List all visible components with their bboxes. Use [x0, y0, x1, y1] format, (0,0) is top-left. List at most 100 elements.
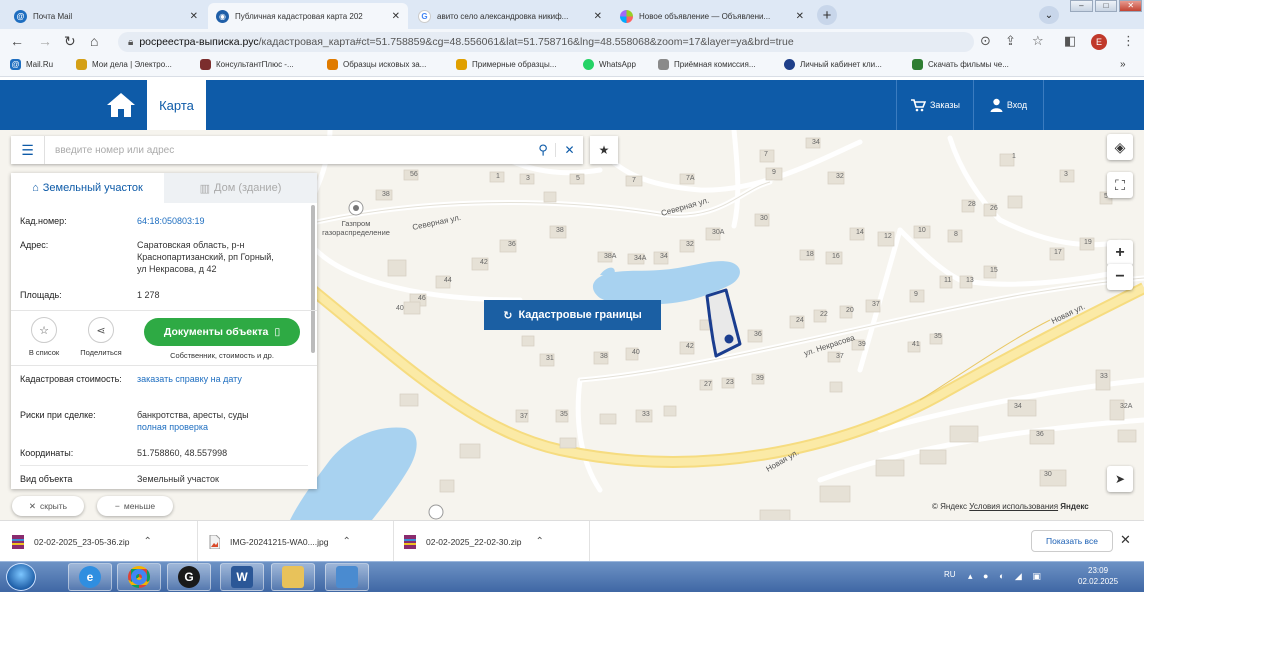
orders-button[interactable]: Заказы: [896, 80, 974, 130]
full-check-link[interactable]: полная проверка: [137, 421, 302, 433]
bookmark-label: Примерные образцы...: [472, 60, 557, 69]
clear-icon[interactable]: ✕: [555, 143, 583, 157]
bookmarks-overflow-icon[interactable]: »: [1120, 59, 1126, 70]
bookmark-item[interactable]: Мои дела | Электро...: [76, 59, 172, 70]
bookmark-label: Mail.Ru: [26, 60, 54, 69]
close-icon[interactable]: ✕: [796, 11, 804, 22]
new-tab-button[interactable]: +: [817, 5, 837, 25]
zoom-out-button[interactable]: −: [1107, 264, 1133, 290]
download-item[interactable]: 02-02-2025_22-02-30.zip ⌃: [404, 521, 590, 562]
taskbar-app[interactable]: e: [68, 563, 112, 591]
documents-button[interactable]: Документы объекта ▯: [144, 318, 300, 346]
hide-panel-button[interactable]: ✕ скрыть: [12, 496, 84, 516]
whatsapp-icon: [583, 59, 594, 70]
minus-icon: −: [114, 501, 120, 511]
lock-icon: 🔒︎: [128, 36, 134, 48]
download-item[interactable]: IMG-20241215-WA0....jpg ⌃: [208, 521, 394, 562]
taskbar: e G W RU ▴ ● ◐ ◢ ▣ 23:09 02.02.2025: [0, 561, 1144, 592]
forward-icon[interactable]: →: [38, 33, 52, 49]
taskbar-app[interactable]: G: [167, 563, 211, 591]
building-number-label: 31: [546, 355, 554, 362]
screen: @ Почта Mail ✕ ◉ Публичная кадастровая к…: [0, 0, 1144, 592]
tab-google[interactable]: G авито село александровка никиф... ✕: [410, 3, 610, 29]
download-name: IMG-20241215-WA0....jpg: [230, 536, 329, 547]
zoom-in-button[interactable]: +: [1107, 240, 1133, 266]
taskbar-app[interactable]: [325, 563, 369, 591]
search-icon[interactable]: ⚲: [531, 142, 555, 158]
cadastral-boundaries-button[interactable]: ↻ Кадастровые границы: [484, 300, 661, 330]
profile-avatar[interactable]: Е: [1091, 34, 1107, 50]
fullscreen-icon[interactable]: ⛶: [1107, 172, 1133, 198]
site-home-icon[interactable]: [103, 90, 139, 120]
bookmark-star-icon[interactable]: ☆: [1032, 33, 1044, 49]
reload-icon[interactable]: ↻: [64, 33, 76, 49]
chevron-up-icon[interactable]: ⌃: [143, 536, 151, 547]
start-button[interactable]: [6, 563, 36, 591]
bookmark-item[interactable]: КонсультантПлюс -...: [200, 59, 294, 70]
bookmark-item[interactable]: Образцы исковых за...: [327, 59, 426, 70]
back-icon[interactable]: ←: [10, 33, 24, 49]
layers-icon[interactable]: ◈: [1107, 134, 1133, 160]
bookmark-item[interactable]: Примерные образцы...: [456, 59, 556, 70]
sidebar-icon[interactable]: ◧: [1064, 33, 1076, 49]
taskbar-app[interactable]: [271, 563, 315, 591]
terms-link[interactable]: Условия использования: [969, 502, 1058, 511]
building-number-label: 33: [642, 411, 650, 418]
url-field[interactable]: 🔒︎ росреестра-выписка.рус/кадастровая_ка…: [118, 32, 974, 52]
less-button[interactable]: − меньше: [97, 496, 173, 516]
maximize-button[interactable]: □: [1094, 0, 1118, 12]
window-close-button[interactable]: ✕: [1119, 0, 1143, 12]
order-certificate-link[interactable]: заказать справку на дату: [137, 373, 302, 385]
cadastral-plot-outline[interactable]: [705, 288, 742, 358]
translate-icon[interactable]: ⊙: [980, 33, 991, 49]
close-icon[interactable]: ✕: [1120, 532, 1131, 548]
tab-building[interactable]: ▥ Дом (здание): [164, 173, 317, 203]
bookmark-label: Скачать фильмы че...: [928, 60, 1009, 69]
building-number-label: 36: [508, 241, 516, 248]
tab-map[interactable]: Карта: [147, 80, 206, 130]
login-button[interactable]: Вход: [974, 80, 1044, 130]
address-value: Саратовская область, р-н Краснопартизанс…: [137, 240, 274, 274]
tab-land-plot[interactable]: ⌂ Земельный участок: [11, 173, 164, 203]
cad-number-link[interactable]: 64:18:050803:19: [137, 215, 302, 227]
geolocation-icon[interactable]: ➤: [1107, 466, 1133, 492]
tray-icons[interactable]: ▴ ● ◐ ◢ ▣: [968, 571, 1045, 582]
close-icon[interactable]: ✕: [594, 11, 602, 22]
building-number-label: 37: [872, 301, 880, 308]
explorer-icon: [282, 566, 304, 588]
add-to-list-button[interactable]: ☆ В список: [23, 317, 65, 357]
bookmark-item[interactable]: @ Mail.Ru: [10, 59, 53, 70]
search-input[interactable]: введите номер или адрес: [45, 145, 531, 156]
menu-icon[interactable]: ☰: [11, 136, 45, 164]
documents-subtitle: Собственник, стоимость и др.: [170, 351, 274, 360]
panel-actions: ☆ В список ⋖ Поделиться Документы объект…: [11, 310, 317, 366]
chevron-up-icon[interactable]: ⌃: [342, 536, 350, 547]
bookmark-item[interactable]: Личный кабинет кли...: [784, 59, 882, 70]
documents-label: Документы объекта: [163, 326, 269, 338]
tab-title: Почта Mail: [33, 11, 73, 21]
taskbar-app[interactable]: [117, 563, 161, 591]
bookmark-item[interactable]: Скачать фильмы че...: [912, 59, 1009, 70]
taskbar-app[interactable]: W: [220, 563, 264, 591]
show-all-button[interactable]: Показать все: [1031, 530, 1113, 552]
field-coordinates: Координаты: 51.758860, 48.557998: [11, 447, 311, 459]
tab-mail[interactable]: @ Почта Mail ✕: [6, 3, 206, 29]
favorites-star-icon[interactable]: ★: [590, 136, 618, 164]
bookmark-item[interactable]: Приёмная комиссия...: [658, 59, 756, 70]
bookmark-item[interactable]: WhatsApp: [583, 59, 636, 70]
tab-search-chevron-icon[interactable]: ⌄: [1039, 6, 1059, 24]
download-item[interactable]: 02-02-2025_23-05-36.zip ⌃: [12, 521, 198, 562]
clock[interactable]: 23:09 02.02.2025: [1078, 565, 1118, 587]
language-indicator[interactable]: RU: [944, 570, 956, 579]
tab-avito[interactable]: Новое объявление — Объявлени... ✕: [612, 3, 812, 29]
minimize-button[interactable]: –: [1070, 0, 1093, 12]
close-icon[interactable]: ✕: [190, 11, 198, 22]
menu-dots-icon[interactable]: ⋮: [1122, 33, 1135, 49]
share-button[interactable]: ⋖ Поделиться: [75, 317, 127, 357]
building-number-label: 38: [382, 191, 390, 198]
share-icon[interactable]: ⇪: [1005, 33, 1016, 49]
home-icon[interactable]: ⌂: [90, 33, 98, 49]
close-icon[interactable]: ✕: [392, 11, 400, 22]
tab-cadastre[interactable]: ◉ Публичная кадастровая карта 202 ✕: [208, 3, 408, 29]
chevron-up-icon[interactable]: ⌃: [535, 536, 543, 547]
